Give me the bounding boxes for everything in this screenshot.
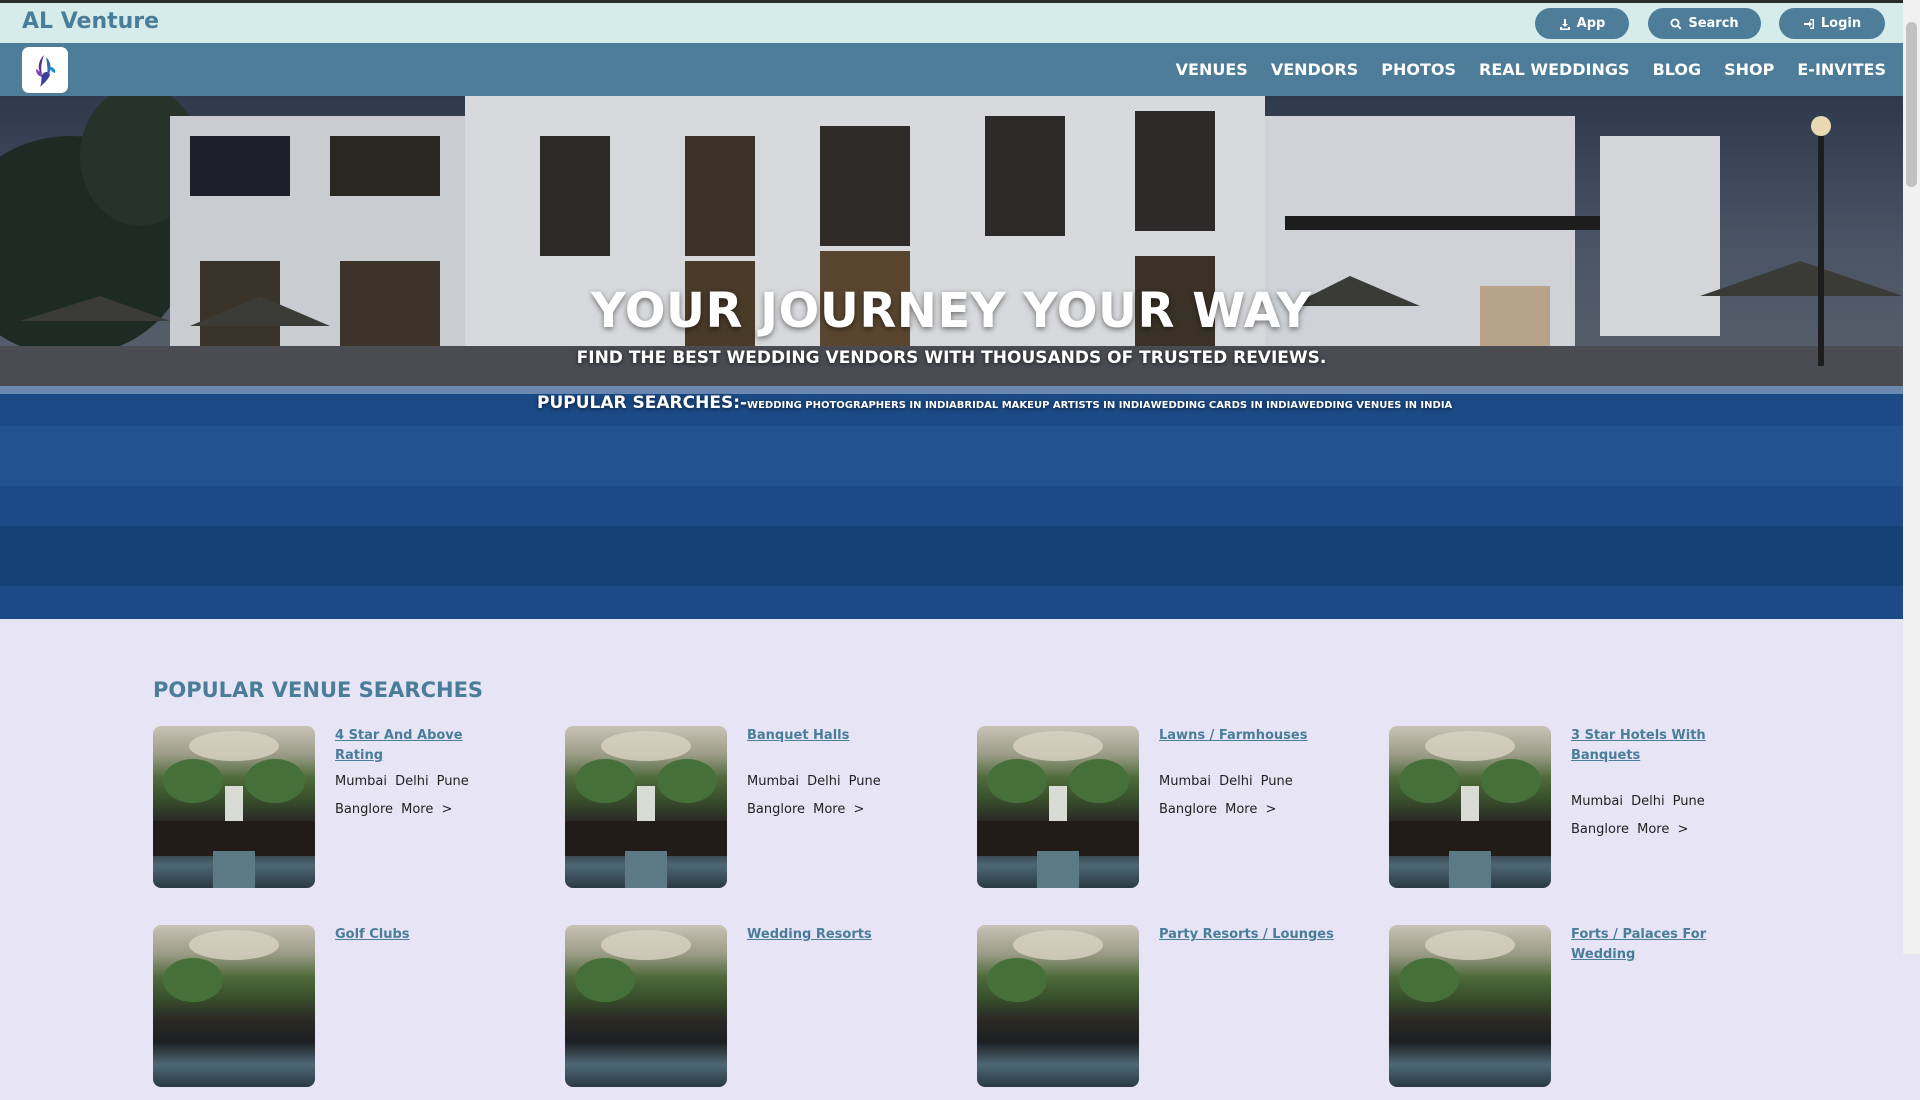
nav-vendors[interactable]: VENDORS [1271,60,1358,79]
venue-card-cities[interactable]: Mumbai Delhi Pune [335,768,510,796]
scrollbar-thumb[interactable] [1906,22,1917,187]
venue-card-more[interactable]: Banglore More > [747,796,922,824]
search-icon [1670,18,1682,29]
nav-links: VENUES VENDORS PHOTOS REAL WEDDINGS BLOG… [1176,43,1886,96]
search-button[interactable]: Search [1648,8,1761,39]
venue-card-image[interactable] [977,726,1139,888]
venue-card-title[interactable]: 3 Star Hotels With Banquets [1571,726,1746,766]
venue-photo [977,731,1139,888]
popular-searches: PUPULAR SEARCHES:- WEDDING PHOTOGRAPHERS… [537,393,1452,413]
nav-e-invites[interactable]: E-INVITES [1797,60,1886,79]
app-button-label: App [1576,16,1606,31]
venue-card-cities[interactable]: Mumbai Delhi Pune [747,768,922,796]
site-logo[interactable] [22,47,68,93]
venue-card: 4 Star And Above Rating Mumbai Delhi Pun… [153,726,513,901]
nav-real-weddings[interactable]: REAL WEDDINGS [1479,60,1630,79]
venue-photo [153,731,315,888]
login-icon [1803,18,1814,29]
section-title: POPULAR VENUE SEARCHES [153,678,484,702]
nav-shop[interactable]: SHOP [1724,60,1774,79]
venue-card: Party Resorts / Lounges [977,925,1337,1100]
nav-blog[interactable]: BLOG [1653,60,1702,79]
login-button[interactable]: Login [1779,8,1885,39]
hero-subtitle: FIND THE BEST WEDDING VENDORS WITH THOUS… [576,348,1327,368]
venue-card-image[interactable] [565,726,727,888]
top-utility-bar: AL Venture App Search Login [0,0,1920,43]
venue-card-image[interactable] [153,726,315,888]
venue-card-title[interactable]: 4 Star And Above Rating [335,726,510,766]
venue-card-title[interactable]: Party Resorts / Lounges [1159,925,1334,945]
popular-link-cards[interactable]: WEDDING CARDS IN INDIA [1151,400,1298,411]
venue-card-cities[interactable]: Mumbai Delhi Pune [1571,788,1746,816]
venue-card-image[interactable] [1389,726,1551,888]
venue-card-more[interactable]: Banglore More > [335,796,510,824]
popular-link-photographers[interactable]: WEDDING PHOTOGRAPHERS IN INDIA [747,400,957,411]
popular-link-makeup[interactable]: BRIDAL MAKEUP ARTISTS IN INDIA [957,400,1151,411]
nav-venues[interactable]: VENUES [1176,60,1248,79]
app-button[interactable]: App [1535,8,1629,39]
venue-card-title[interactable]: Golf Clubs [335,925,510,945]
venue-photo [565,731,727,888]
venue-photo [1389,731,1551,888]
venue-card-more[interactable]: Banglore More > [1571,816,1746,844]
venue-card: Banquet Halls Mumbai Delhi Pune Banglore… [565,726,925,901]
venue-card-image[interactable] [977,925,1139,1087]
venue-card-title[interactable]: Lawns / Farmhouses [1159,726,1334,746]
venue-card: Golf Clubs [153,925,513,1100]
venue-card-image[interactable] [153,925,315,1087]
venue-card-image[interactable] [1389,925,1551,1087]
main-navbar: VENUES VENDORS PHOTOS REAL WEDDINGS BLOG… [0,43,1920,96]
venue-card-title[interactable]: Banquet Halls [747,726,922,746]
venue-photo [163,930,279,1002]
venue-photo [987,930,1103,1002]
page-scrollbar[interactable] [1903,0,1920,954]
venue-card-image[interactable] [565,925,727,1087]
venue-card: Wedding Resorts [565,925,925,1100]
venue-card: Lawns / Farmhouses Mumbai Delhi Pune Ban… [977,726,1337,901]
popular-link-venues[interactable]: WEDDING VENUES IN INDIA [1298,400,1452,411]
nav-photos[interactable]: PHOTOS [1381,60,1456,79]
venue-card: Forts / Palaces For Wedding [1389,925,1749,1100]
venue-card-more[interactable]: Banglore More > [1159,796,1334,824]
login-button-label: Login [1820,16,1862,31]
venue-photo [575,930,691,1002]
venue-photo [1399,930,1515,1002]
venue-card: 3 Star Hotels With Banquets Mumbai Delhi… [1389,726,1749,901]
brand-name[interactable]: AL Venture [22,9,159,34]
download-icon [1559,18,1570,30]
venue-card-title[interactable]: Forts / Palaces For Wedding [1571,925,1746,965]
bird-logo-icon [36,55,56,87]
hero-title: YOUR JOURNEY YOUR WAY [591,283,1312,339]
popular-searches-label: PUPULAR SEARCHES:- [537,393,748,413]
hero-banner: YOUR JOURNEY YOUR WAY FIND THE BEST WEDD… [0,96,1903,619]
venue-card-cities[interactable]: Mumbai Delhi Pune [1159,768,1334,796]
venue-card-title[interactable]: Wedding Resorts [747,925,922,945]
search-button-label: Search [1688,16,1739,31]
